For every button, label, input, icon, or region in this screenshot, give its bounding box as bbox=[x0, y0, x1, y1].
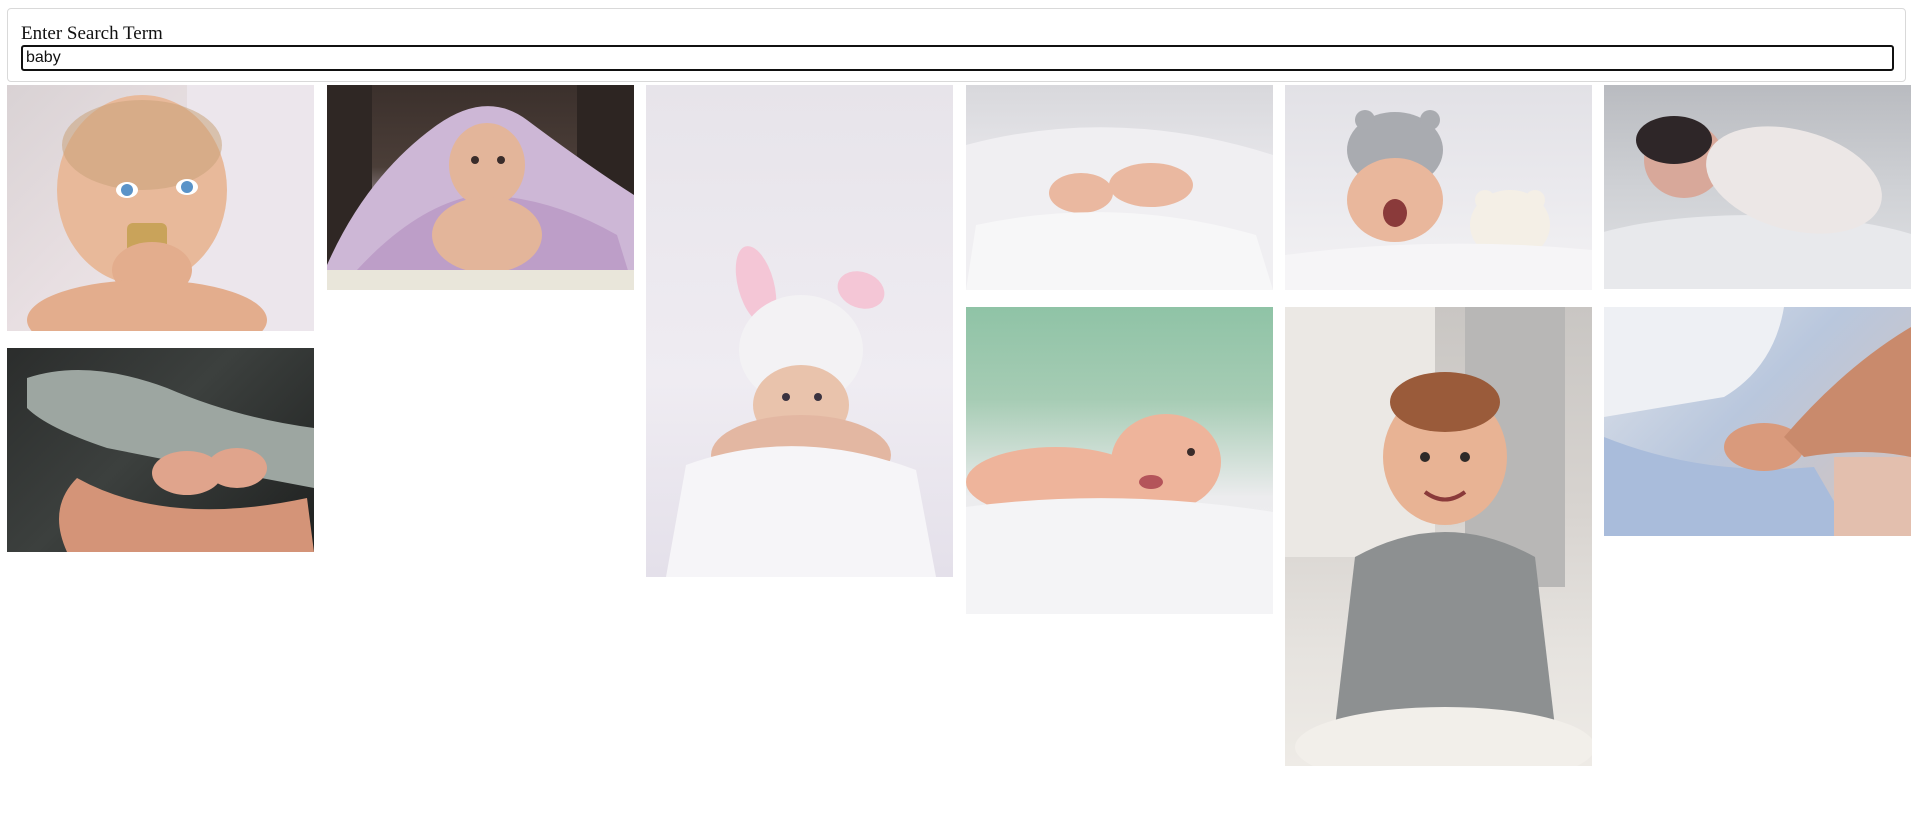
search-input[interactable] bbox=[21, 45, 1894, 71]
result-image[interactable] bbox=[327, 85, 634, 290]
result-image[interactable] bbox=[1285, 307, 1592, 766]
search-label: Enter Search Term bbox=[21, 23, 163, 44]
search-panel: Enter Search Term bbox=[7, 8, 1906, 82]
result-image[interactable] bbox=[966, 85, 1273, 290]
baby-feet-white-blanket-photo bbox=[966, 127, 1273, 290]
result-image[interactable] bbox=[966, 307, 1273, 614]
result-image[interactable] bbox=[1604, 307, 1911, 536]
result-image[interactable] bbox=[646, 85, 953, 577]
baby-sitting-grey-outfit-photo bbox=[1285, 307, 1592, 766]
baby-feet-in-hands-photo bbox=[27, 370, 314, 552]
result-image[interactable] bbox=[7, 348, 314, 552]
baby-yawning-teddy-photo bbox=[1285, 110, 1592, 290]
baby-eating-block-photo bbox=[27, 85, 314, 331]
result-image[interactable] bbox=[7, 85, 314, 331]
result-image[interactable] bbox=[1285, 85, 1592, 290]
result-image[interactable] bbox=[1604, 85, 1911, 289]
baby-swaddled-sleeping-photo bbox=[1604, 116, 1911, 289]
baby-smiling-lying-photo bbox=[966, 414, 1273, 614]
baby-under-purple-blanket-photo bbox=[327, 85, 634, 290]
baby-hand-holding-finger-photo bbox=[1604, 307, 1911, 536]
baby-bunny-hat-photo bbox=[666, 246, 936, 577]
